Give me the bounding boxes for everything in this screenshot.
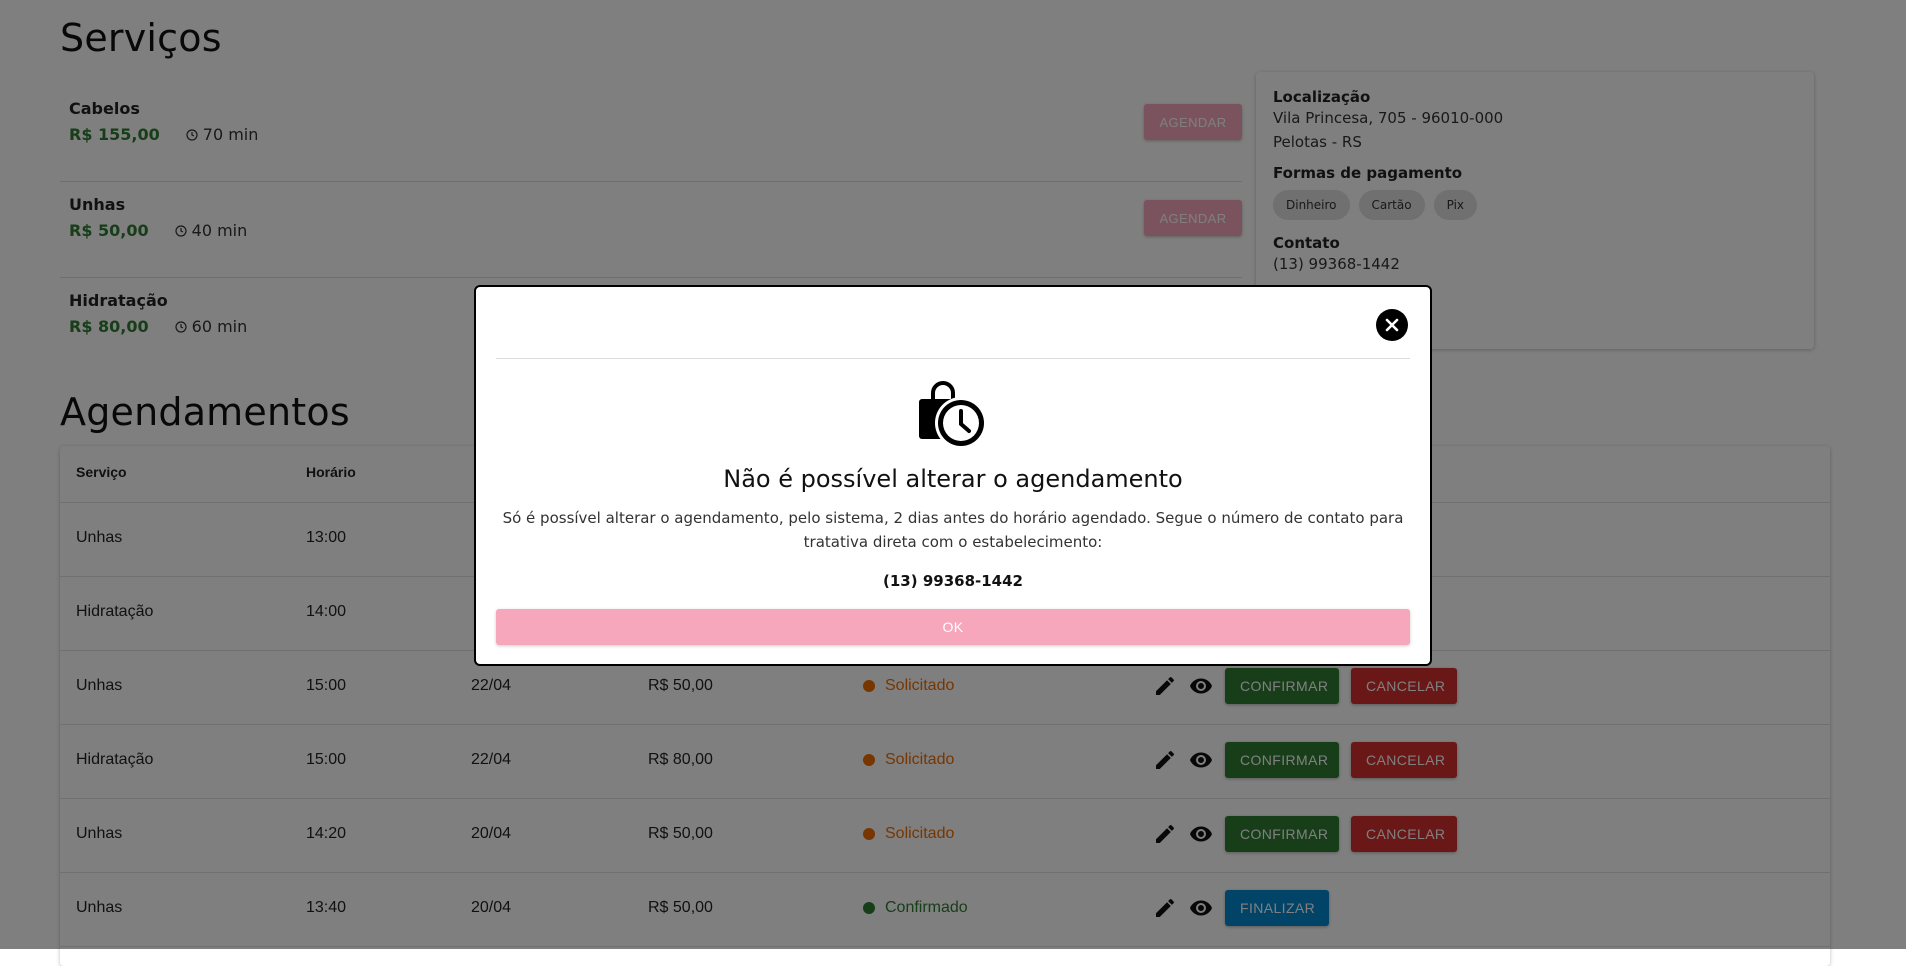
close-icon[interactable] [1376,309,1408,341]
modal-title: Não é possível alterar o agendamento [723,465,1183,493]
page: Serviços Cabelos R$ 155,00 70 min AGENDA… [0,0,1906,966]
modal-divider [496,358,1410,359]
modal-message: Só é possível alterar o agendamento, pel… [502,509,1404,551]
alert-modal: Não é possível alterar o agendamento Só … [474,285,1432,666]
modal-phone: (13) 99368-1442 [883,572,1023,590]
lock-clock-icon [919,381,987,449]
ok-button[interactable]: OK [496,609,1410,645]
